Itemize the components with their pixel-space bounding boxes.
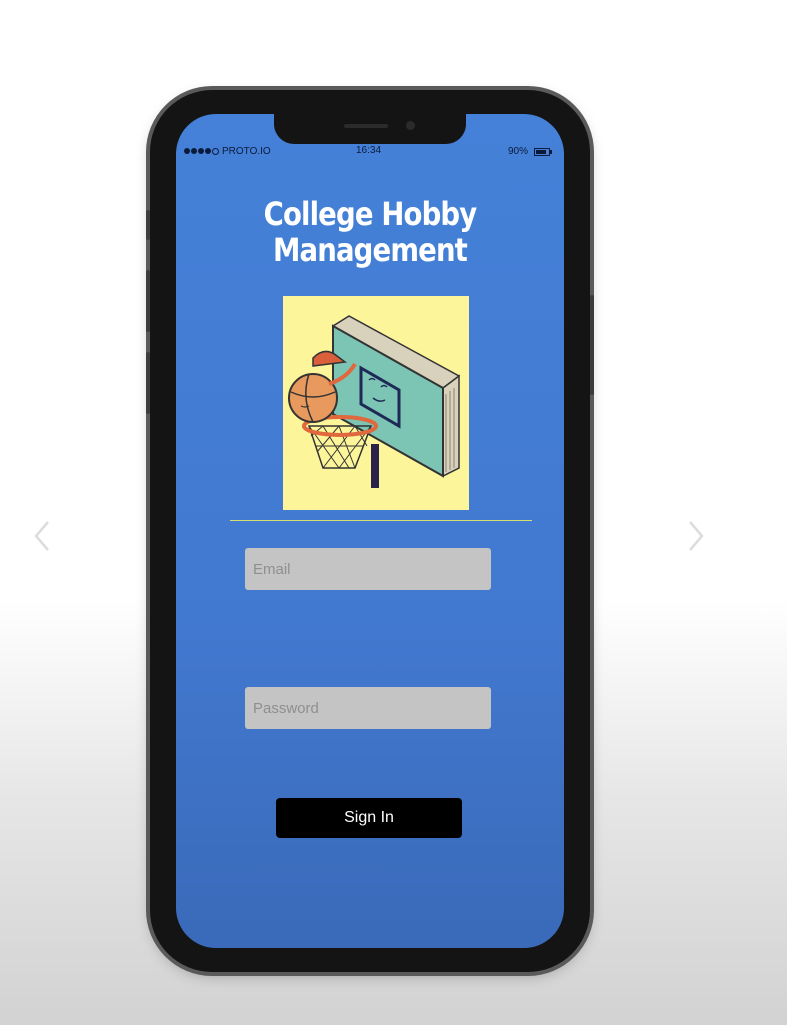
power-button [590,295,594,395]
sign-in-button[interactable]: Sign In [276,798,462,838]
status-time: 16:34 [356,145,382,156]
app-title-line2: Management [273,231,468,269]
camera-icon [406,121,415,130]
email-field[interactable] [245,548,491,590]
app-title: College Hobby Management [203,196,537,268]
battery-percent: 90% [508,146,529,157]
phone-screen: PROTO.IO 16:34 90% College Hobby Managem… [176,114,564,948]
silent-switch [146,210,150,240]
volume-down-button [146,352,150,414]
carrier-name: PROTO.IO [222,146,271,157]
battery-icon [534,147,553,156]
password-field[interactable] [245,687,491,729]
chevron-left-icon[interactable] [30,516,54,556]
notch [274,114,466,144]
volume-up-button [146,270,150,332]
chevron-right-icon[interactable] [684,516,708,556]
carrier-signal: PROTO.IO [184,146,271,157]
battery-status: 90% [508,146,553,157]
phone-frame: PROTO.IO 16:34 90% College Hobby Managem… [146,90,594,972]
status-bar: PROTO.IO 16:34 90% [176,144,564,160]
divider [230,520,532,521]
signal-icon [184,148,219,155]
book-basketball-hoop-logo [283,296,469,510]
speaker [344,124,388,128]
app-title-line1: College Hobby [263,195,478,233]
